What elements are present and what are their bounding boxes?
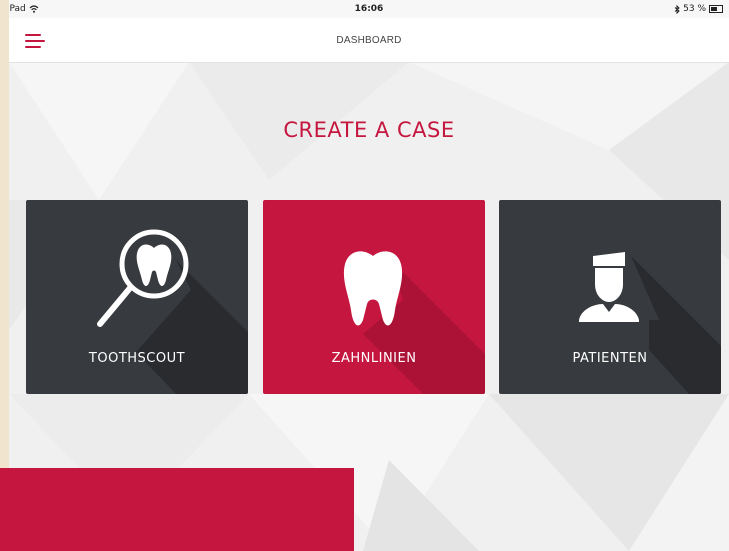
status-right: 53 % [674,4,723,14]
status-time: 16:06 [354,4,384,14]
patienten-tile[interactable]: PATIENTEN [499,200,721,394]
toothscout-tile[interactable]: TOOTHSCOUT [26,200,248,394]
battery-percentage: 53 % [683,4,706,14]
zahnlinien-label: ZAHNLINIEN [331,351,417,366]
status-bar: iPad 16:06 53 % [9,0,729,18]
overlay-banner [0,468,354,551]
page-title: DASHBOARD [336,35,402,46]
toothscout-label: TOOTHSCOUT [88,351,186,366]
battery-icon [709,5,723,13]
navigation-bar: DASHBOARD [9,18,729,63]
bluetooth-icon [674,4,680,14]
create-case-heading: CREATE A CASE [283,118,455,142]
zahnlinien-tile[interactable]: ZAHNLINIEN [263,200,485,394]
patienten-label: PATIENTEN [572,351,648,366]
